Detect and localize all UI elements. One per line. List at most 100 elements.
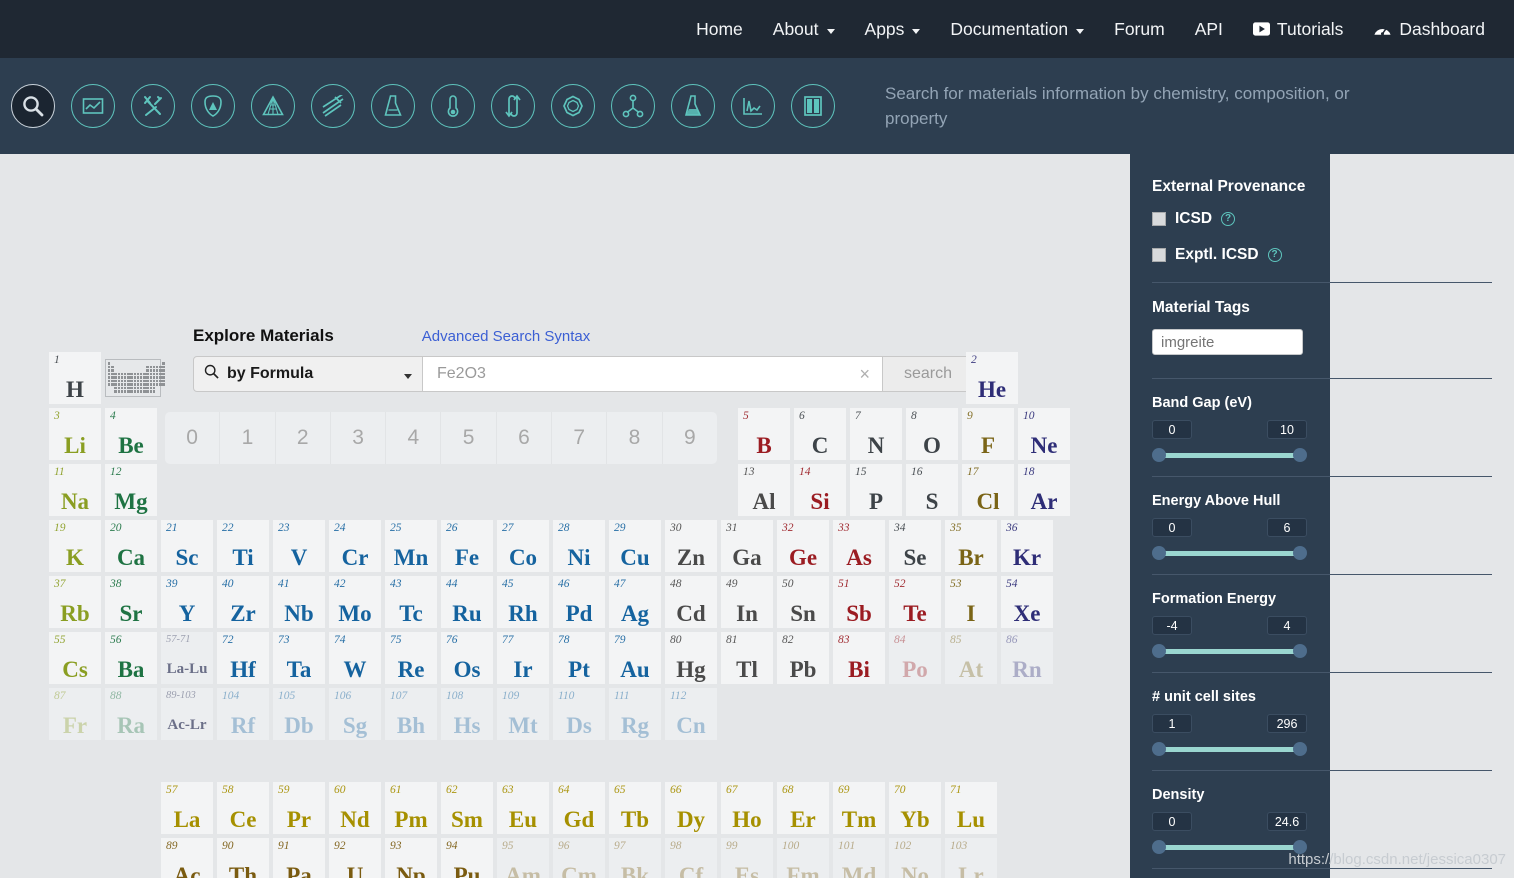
element-Tc[interactable]: 43 Tc [385, 576, 437, 628]
element-Cu[interactable]: 29 Cu [609, 520, 661, 572]
element-Pm[interactable]: 61 Pm [385, 782, 437, 834]
nav-item-dashboard[interactable]: Dashboard [1358, 19, 1500, 40]
element-Li[interactable]: 3 Li [49, 408, 101, 460]
element-Tl[interactable]: 81 Tl [721, 632, 773, 684]
element-Ac-Lr[interactable]: 89-103 Ac-Lr [161, 688, 213, 740]
element-W[interactable]: 74 W [329, 632, 381, 684]
crossed-lines-icon[interactable] [311, 84, 355, 128]
slider-handle-min[interactable] [1152, 840, 1166, 854]
slider-max-value[interactable]: 296 [1267, 714, 1307, 733]
element-As[interactable]: 33 As [833, 520, 885, 572]
slider-handle-max[interactable] [1293, 742, 1307, 756]
slider-max-value[interactable]: 6 [1267, 518, 1307, 537]
nav-item-tutorials[interactable]: Tutorials [1238, 19, 1358, 40]
slider-track-density[interactable] [1152, 840, 1307, 854]
element-Fe[interactable]: 26 Fe [441, 520, 493, 572]
element-Dy[interactable]: 66 Dy [665, 782, 717, 834]
slider-handle-min[interactable] [1152, 742, 1166, 756]
element-Pa[interactable]: 91 Pa [273, 838, 325, 878]
element-Tm[interactable]: 69 Tm [833, 782, 885, 834]
element-Pu[interactable]: 94 Pu [441, 838, 493, 878]
element-Te[interactable]: 52 Te [889, 576, 941, 628]
element-Er[interactable]: 68 Er [777, 782, 829, 834]
element-Ta[interactable]: 73 Ta [273, 632, 325, 684]
element-Kr[interactable]: 36 Kr [1001, 520, 1053, 572]
element-O[interactable]: 8O [906, 408, 958, 460]
nav-item-documentation[interactable]: Documentation [935, 19, 1099, 40]
advanced-search-syntax-link[interactable]: Advanced Search Syntax [422, 328, 590, 345]
element-La[interactable]: 57 La [161, 782, 213, 834]
element-Cr[interactable]: 24 Cr [329, 520, 381, 572]
element-Rb[interactable]: 37 Rb [49, 576, 101, 628]
element-Np[interactable]: 93 Np [385, 838, 437, 878]
element-Th[interactable]: 90 Th [217, 838, 269, 878]
material-tags-input[interactable] [1152, 329, 1303, 355]
nav-item-api[interactable]: API [1180, 19, 1238, 40]
element-He[interactable]: 2 He [966, 352, 1018, 404]
element-C[interactable]: 6C [794, 408, 846, 460]
columns-icon[interactable] [791, 84, 835, 128]
element-Tb[interactable]: 65 Tb [609, 782, 661, 834]
element-Ga[interactable]: 31 Ga [721, 520, 773, 572]
nav-item-forum[interactable]: Forum [1099, 19, 1180, 40]
phase-diagram-icon[interactable] [251, 84, 295, 128]
tools-wrench-screwdriver-icon[interactable] [131, 84, 175, 128]
slider-min-value[interactable]: 0 [1152, 812, 1192, 831]
element-Sn[interactable]: 50 Sn [777, 576, 829, 628]
element-V[interactable]: 23 V [273, 520, 325, 572]
slider-track-energy-above-hull[interactable] [1152, 546, 1307, 560]
element-Gd[interactable]: 64 Gd [553, 782, 605, 834]
element-Y[interactable]: 39 Y [161, 576, 213, 628]
slider-min-value[interactable]: 0 [1152, 518, 1192, 537]
element-Ne[interactable]: 10 Ne [1018, 408, 1070, 460]
element-Pd[interactable]: 46 Pd [553, 576, 605, 628]
erlenmeyer-flask-icon[interactable] [671, 84, 715, 128]
element-Pt[interactable]: 78 Pt [553, 632, 605, 684]
element-Sr[interactable]: 38 Sr [105, 576, 157, 628]
element-Ge[interactable]: 32 Ge [777, 520, 829, 572]
molecule-ring-icon[interactable] [551, 84, 595, 128]
shield-triangle-icon[interactable] [191, 84, 235, 128]
element-Zn[interactable]: 30 Zn [665, 520, 717, 572]
atom-bond-icon[interactable] [611, 84, 655, 128]
element-Ca[interactable]: 20 Ca [105, 520, 157, 572]
element-P[interactable]: 15 P [850, 464, 902, 516]
element-Ce[interactable]: 58 Ce [217, 782, 269, 834]
element-Yb[interactable]: 70 Yb [889, 782, 941, 834]
element-In[interactable]: 49 In [721, 576, 773, 628]
element-Nd[interactable]: 60 Nd [329, 782, 381, 834]
element-Br[interactable]: 35 Br [945, 520, 997, 572]
element-Cl[interactable]: 17 Cl [962, 464, 1014, 516]
element-La-Lu[interactable]: 57-71 La-Lu [161, 632, 213, 684]
element-Nb[interactable]: 41 Nb [273, 576, 325, 628]
nav-item-home[interactable]: Home [681, 19, 758, 40]
element-K[interactable]: 19 K [49, 520, 101, 572]
slider-track-unit-cell-sites[interactable] [1152, 742, 1307, 756]
element-Os[interactable]: 76 Os [441, 632, 493, 684]
element-Al[interactable]: 13 Al [738, 464, 790, 516]
element-Mn[interactable]: 25 Mn [385, 520, 437, 572]
element-Ti[interactable]: 22 Ti [217, 520, 269, 572]
filter-checkbox-exptl-icsd[interactable]: Exptl. ICSD? [1152, 246, 1492, 264]
element-S[interactable]: 16 S [906, 464, 958, 516]
element-Hg[interactable]: 80 Hg [665, 632, 717, 684]
element-Re[interactable]: 75 Re [385, 632, 437, 684]
element-Se[interactable]: 34 Se [889, 520, 941, 572]
element-I[interactable]: 53 I [945, 576, 997, 628]
slider-handle-max[interactable] [1293, 448, 1307, 462]
element-Hf[interactable]: 72 Hf [217, 632, 269, 684]
element-Ru[interactable]: 44 Ru [441, 576, 493, 628]
element-Ni[interactable]: 28 Ni [553, 520, 605, 572]
slider-min-value[interactable]: 0 [1152, 420, 1192, 439]
element-Rh[interactable]: 45 Rh [497, 576, 549, 628]
element-Cs[interactable]: 55 Cs [49, 632, 101, 684]
element-Au[interactable]: 79 Au [609, 632, 661, 684]
slider-handle-max[interactable] [1293, 546, 1307, 560]
slider-handle-min[interactable] [1152, 644, 1166, 658]
element-Pr[interactable]: 59 Pr [273, 782, 325, 834]
slider-max-value[interactable]: 4 [1267, 616, 1307, 635]
flask-icon[interactable] [371, 84, 415, 128]
nav-item-apps[interactable]: Apps [850, 19, 936, 40]
element-Sm[interactable]: 62 Sm [441, 782, 493, 834]
element-N[interactable]: 7N [850, 408, 902, 460]
